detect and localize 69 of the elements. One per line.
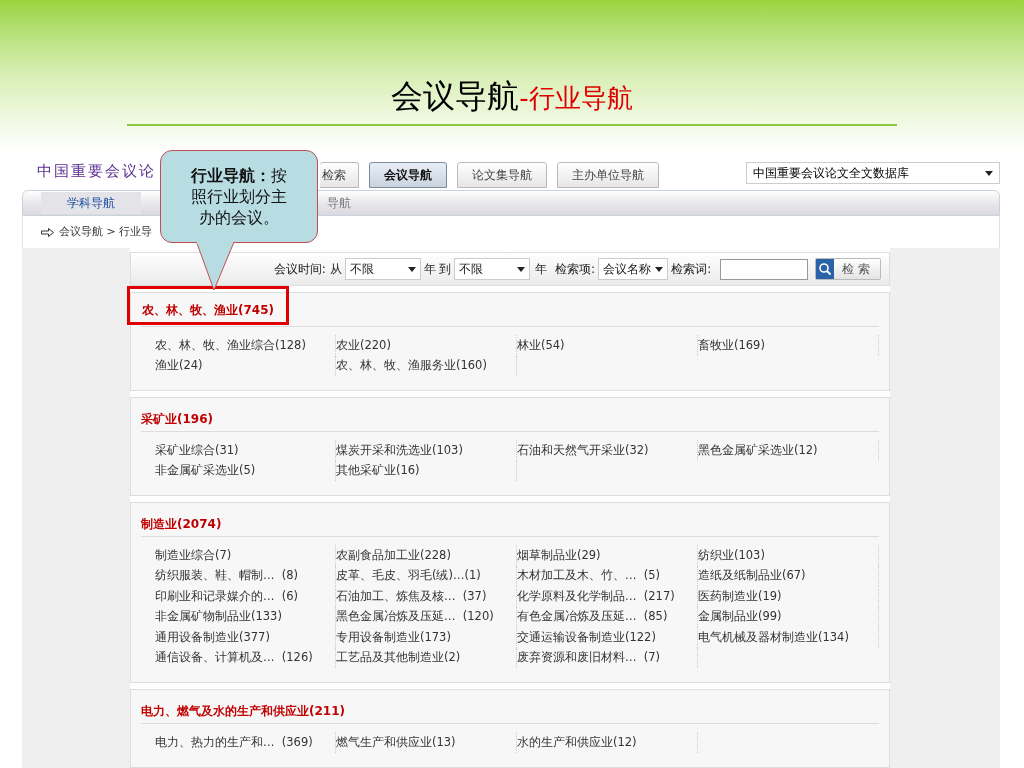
keyword-field[interactable]	[720, 258, 809, 280]
subcategory-link[interactable]: 渔业(24)	[155, 357, 203, 375]
callout-bubble: 行业导航：按照行业划分主办的会议。	[160, 150, 318, 243]
subcategory-link[interactable]: 纺织业(103)	[698, 546, 765, 564]
site-logo: 中国重要会议论	[37, 160, 157, 182]
search-icon	[816, 259, 835, 279]
caret-icon	[655, 266, 664, 272]
category-title[interactable]: 电力、燃气及水的生产和供应业(211)	[141, 702, 346, 720]
subcategory-link[interactable]: 金属制品业(99)	[698, 608, 782, 626]
slide-title: 会议导航-行业导航	[391, 76, 633, 117]
callout-pointer	[196, 242, 236, 292]
arrow-icon	[41, 227, 54, 237]
subcategory-link[interactable]: 非金属矿物制品业(133)	[155, 608, 282, 626]
nav-tab[interactable]: 会议导航	[369, 162, 447, 188]
subcategory-link[interactable]: 通用设备制造业(377)	[155, 628, 270, 646]
subcategory-link[interactable]: 电气机械及器材制造业(134)	[698, 628, 849, 646]
subcategory-link[interactable]: 工艺品及其他制造业(2)	[336, 649, 461, 667]
subcategory-link[interactable]: 烟草制品业(29)	[517, 546, 601, 564]
subcategory-link[interactable]: 燃气生产和供应业(13)	[336, 733, 456, 751]
keyword-label: 检索词:	[671, 261, 712, 278]
caret-icon	[985, 170, 993, 176]
subcategory-link[interactable]: 交通运输设备制造业(122)	[517, 628, 656, 646]
subcategory-link[interactable]: 医药制造业(19)	[698, 587, 782, 605]
nav-tab[interactable]: 论文集导航	[457, 162, 547, 188]
category-title[interactable]: 制造业(2074)	[141, 515, 222, 533]
search-button[interactable]: 检 索	[815, 258, 881, 280]
subcategory-link[interactable]: 其他采矿业(16)	[336, 462, 420, 480]
caret-icon	[407, 266, 416, 272]
dropdown[interactable]: 不限	[344, 258, 421, 280]
field-label: 年 检索项:	[535, 261, 596, 278]
nav-tab[interactable]: 检索	[320, 162, 359, 188]
category-title[interactable]: 采矿业(196)	[141, 410, 214, 428]
subcategory-link[interactable]: 农、林、牧、渔服务业(160)	[336, 357, 487, 375]
database-dropdown[interactable]: 中国重要会议论文全文数据库	[746, 162, 1000, 184]
subcategory-link[interactable]: 水的生产和供应业(12)	[517, 733, 637, 751]
subcategory-link[interactable]: 石油和天然气开采业(32)	[517, 441, 649, 459]
sub-tab[interactable]: 导航	[319, 192, 359, 214]
subcategory-link[interactable]: 纺织服装、鞋、帽制… (8)	[155, 567, 299, 585]
subcategory-link[interactable]: 林业(54)	[517, 336, 565, 354]
subcategory-link[interactable]: 农业(220)	[336, 336, 391, 354]
dropdown[interactable]: 会议名称	[598, 258, 669, 280]
subcategory-link[interactable]: 印刷业和记录媒介的… (6)	[155, 587, 299, 605]
subcategory-link[interactable]: 黑色金属冶炼及压延… (120)	[336, 608, 494, 626]
subcategory-link[interactable]: 造纸及纸制品业(67)	[698, 567, 806, 585]
subcategory-link[interactable]: 黑色金属矿采选业(12)	[698, 441, 818, 459]
subcategory-link[interactable]: 通信设备、计算机及… (126)	[155, 649, 313, 667]
subcategory-link[interactable]: 畜牧业(169)	[698, 336, 765, 354]
subcategory-link[interactable]: 采矿业综合(31)	[155, 441, 239, 459]
to-label: 年 到	[423, 261, 452, 278]
subcategory-link[interactable]: 石油加工、炼焦及核… (37)	[336, 587, 487, 605]
subcategory-link[interactable]: 非金属矿采选业(5)	[155, 462, 256, 480]
subcategory-link[interactable]: 专用设备制造业(173)	[336, 628, 451, 646]
subcategory-link[interactable]: 木材加工及木、竹、… (5)	[517, 567, 661, 585]
subcategory-link[interactable]: 电力、热力的生产和… (369)	[155, 733, 313, 751]
subcategory-link[interactable]: 有色金属冶炼及压延… (85)	[517, 608, 668, 626]
subcategory-link[interactable]: 煤炭开采和洗选业(103)	[336, 441, 463, 459]
subcategory-link[interactable]: 制造业综合(7)	[155, 546, 232, 564]
sub-tab[interactable]: 学科导航	[41, 192, 141, 214]
subcategory-link[interactable]: 化学原料及化学制品… (217)	[517, 587, 675, 605]
subcategory-link[interactable]: 皮革、毛皮、羽毛(绒)…(1)	[336, 567, 481, 585]
time-label: 会议时间: 从	[273, 261, 342, 278]
nav-tab[interactable]: 主办单位导航	[557, 162, 659, 188]
category-title[interactable]: 农、林、牧、渔业(745)	[127, 286, 290, 325]
subcategory-link[interactable]: 农、林、牧、渔业综合(128)	[155, 336, 306, 354]
subcategory-link[interactable]: 废弃资源和废旧材料… (7)	[517, 649, 661, 667]
subcategory-link[interactable]: 农副食品加工业(228)	[336, 546, 451, 564]
breadcrumb: 会议导航 > 行业导	[59, 223, 153, 240]
caret-icon	[517, 266, 526, 272]
dropdown[interactable]: 不限	[454, 258, 531, 280]
